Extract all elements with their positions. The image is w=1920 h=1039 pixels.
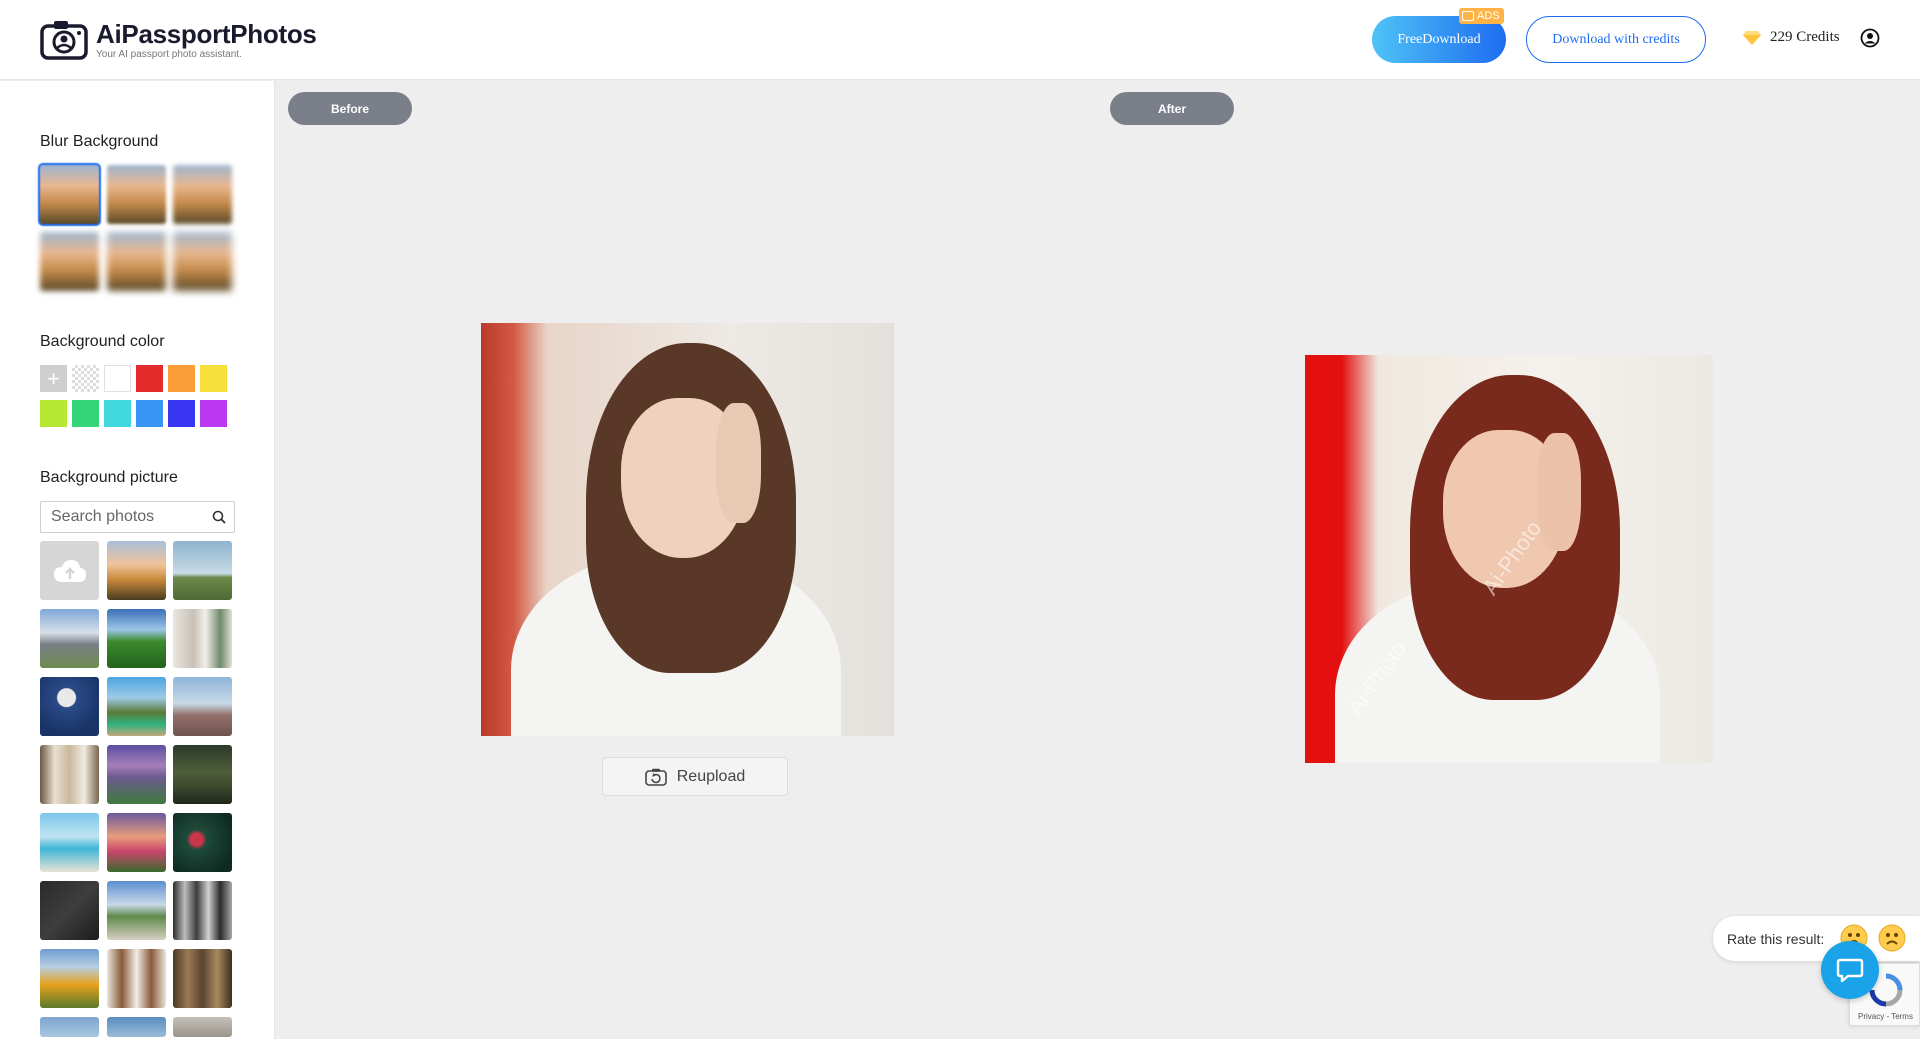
- background-photo-thumb[interactable]: [107, 881, 166, 940]
- credits-text: 229 Credits: [1770, 29, 1840, 45]
- background-photo-thumb[interactable]: [173, 677, 232, 736]
- upload-background-button[interactable]: [40, 541, 99, 600]
- reupload-label: Reupload: [676, 767, 746, 785]
- gem-icon: [1743, 30, 1761, 45]
- app-subtitle: Your AI passport photo assistant.: [96, 49, 242, 60]
- background-photo-thumb[interactable]: [40, 1017, 99, 1037]
- background-photo-thumb[interactable]: [107, 949, 166, 1008]
- sad-face-icon[interactable]: [1878, 924, 1906, 952]
- color-swatch[interactable]: [200, 400, 227, 427]
- background-photo-thumb[interactable]: [107, 609, 166, 668]
- search-icon[interactable]: [212, 510, 226, 524]
- recaptcha-links[interactable]: Privacy - Terms: [1858, 1012, 1913, 1021]
- camera-refresh-icon: [644, 768, 667, 786]
- color-swatch[interactable]: [136, 400, 163, 427]
- blur-option-3[interactable]: [173, 165, 232, 224]
- background-photo-thumb[interactable]: [173, 949, 232, 1008]
- background-photo-thumb[interactable]: [173, 1017, 232, 1037]
- app-title: AiPassportPhotos: [96, 19, 317, 49]
- search-box: [40, 501, 235, 533]
- background-photo-thumb[interactable]: [173, 813, 232, 872]
- transparent-swatch[interactable]: [72, 365, 99, 392]
- chat-bubble-icon: [1836, 958, 1864, 983]
- blur-background-title: Blur Background: [40, 133, 159, 150]
- reupload-button[interactable]: Reupload: [602, 757, 788, 796]
- sidebar: Blur Background Background color + Backg…: [0, 81, 275, 1039]
- credits-balance[interactable]: 229 Credits: [1742, 29, 1840, 46]
- background-photo-thumb[interactable]: [107, 813, 166, 872]
- color-swatch[interactable]: [72, 400, 99, 427]
- color-swatch[interactable]: [168, 365, 195, 392]
- processed-photo: Ai-Photo Ai-Photo: [1305, 355, 1713, 763]
- ads-label: ADS: [1477, 10, 1500, 22]
- background-picture-title: Background picture: [40, 469, 178, 486]
- user-account-icon[interactable]: [1860, 28, 1880, 48]
- background-photo-thumb[interactable]: [40, 881, 99, 940]
- background-photo-thumb[interactable]: [40, 609, 99, 668]
- background-photo-thumb[interactable]: [173, 881, 232, 940]
- blur-option-1[interactable]: [38, 163, 101, 226]
- camera-logo-icon: [40, 21, 88, 60]
- before-label: Before: [288, 92, 412, 125]
- search-photos-input[interactable]: [41, 502, 201, 532]
- color-swatch[interactable]: [104, 365, 131, 392]
- background-photo-thumb[interactable]: [107, 745, 166, 804]
- logo[interactable]: AiPassportPhotos Your AI passport photo …: [40, 18, 317, 62]
- background-photo-thumb[interactable]: [40, 949, 99, 1008]
- rate-label: Rate this result:: [1727, 930, 1825, 947]
- ads-badge: ADS: [1459, 8, 1504, 24]
- after-label: After: [1110, 92, 1234, 125]
- blur-option-6[interactable]: [173, 232, 232, 291]
- color-swatch[interactable]: [40, 400, 67, 427]
- top-header: AiPassportPhotos Your AI passport photo …: [0, 0, 1920, 80]
- download-with-credits-button[interactable]: Download with credits: [1526, 16, 1706, 63]
- background-photo-thumb[interactable]: [107, 541, 166, 600]
- background-photo-thumb[interactable]: [173, 745, 232, 804]
- background-photo-thumb[interactable]: [173, 609, 232, 668]
- background-photo-thumb[interactable]: [40, 813, 99, 872]
- color-swatch[interactable]: [168, 400, 195, 427]
- color-swatch[interactable]: [104, 400, 131, 427]
- blur-option-2[interactable]: [107, 165, 166, 224]
- custom-color-button[interactable]: +: [40, 365, 67, 392]
- chat-support-button[interactable]: [1821, 941, 1879, 999]
- background-photo-thumb[interactable]: [107, 1017, 166, 1037]
- blur-option-5[interactable]: [107, 232, 166, 291]
- blur-option-4[interactable]: [40, 232, 99, 291]
- cloud-upload-icon: [53, 559, 86, 582]
- original-photo: [481, 323, 894, 736]
- background-photo-thumb[interactable]: [107, 677, 166, 736]
- background-photo-thumb[interactable]: [40, 677, 99, 736]
- background-photo-thumb[interactable]: [40, 745, 99, 804]
- tv-icon: [1462, 11, 1474, 21]
- background-color-title: Background color: [40, 333, 165, 350]
- background-photo-thumb[interactable]: [173, 541, 232, 600]
- color-swatch[interactable]: [200, 365, 227, 392]
- color-swatch[interactable]: [136, 365, 163, 392]
